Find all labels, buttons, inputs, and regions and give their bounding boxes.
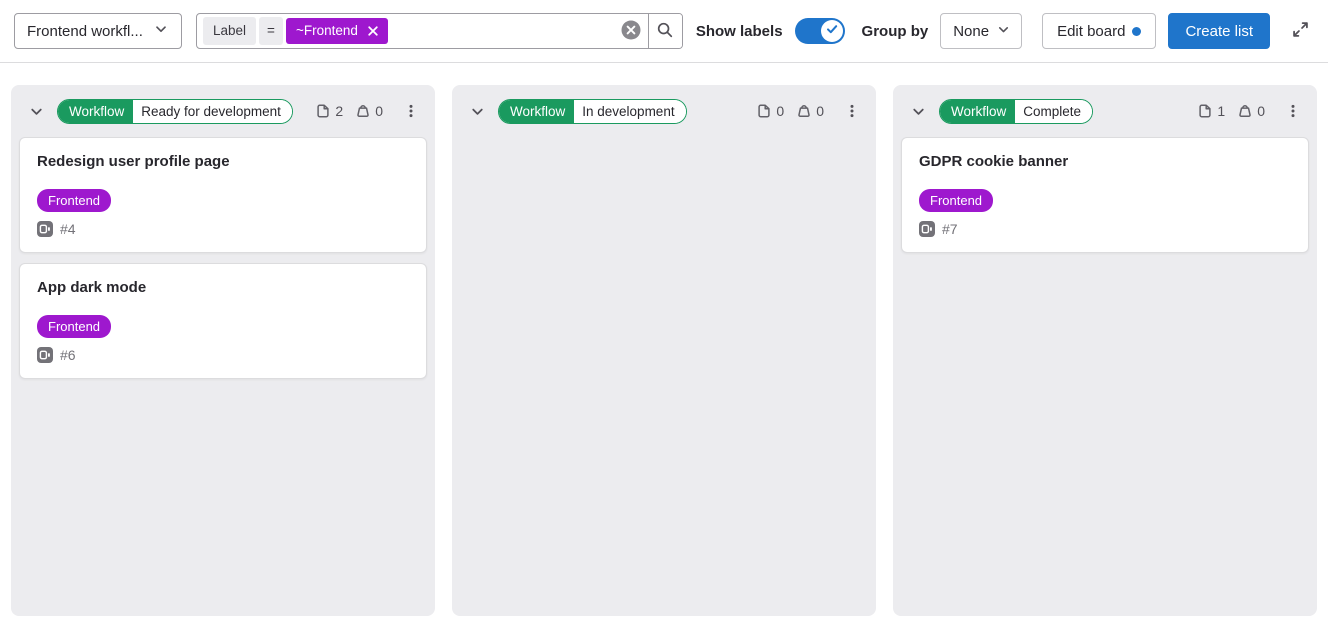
filter-token-operator[interactable]: = (259, 17, 283, 45)
search-button[interactable] (648, 14, 682, 48)
card-title: Redesign user profile page (37, 151, 409, 172)
notification-dot-icon (1132, 27, 1141, 36)
column-label[interactable]: Workflow Complete (939, 99, 1093, 124)
column-label[interactable]: Workflow Ready for development (57, 99, 293, 124)
card-label-frontend[interactable]: Frontend (37, 189, 111, 212)
issue-count: 1 (1197, 103, 1225, 119)
board-card[interactable]: Redesign user profile page Frontend #4 (19, 137, 427, 253)
issue-count: 0 (756, 103, 784, 119)
board-card[interactable]: App dark mode Frontend #6 (19, 263, 427, 379)
board-column-in-development: Workflow In development 0 0 (452, 85, 876, 616)
filter-token-list: Label = ~Frontend (197, 14, 618, 48)
chevron-down-icon (996, 22, 1011, 41)
collapse-column-button[interactable] (465, 99, 489, 123)
group-by-dropdown[interactable]: None (940, 13, 1022, 49)
issue-reference: #6 (60, 347, 76, 363)
card-title: App dark mode (37, 277, 409, 298)
edit-board-button[interactable]: Edit board (1042, 13, 1156, 49)
card-list: Redesign user profile page Frontend #4 A… (11, 135, 435, 387)
column-header: Workflow In development 0 0 (452, 85, 876, 135)
create-list-label: Create list (1185, 23, 1253, 40)
label-scope: Workflow (940, 100, 1015, 123)
collapse-column-button[interactable] (24, 99, 48, 123)
column-counts: 1 0 (1197, 103, 1265, 119)
issue-type-icon (37, 221, 53, 237)
issue-board-app: Frontend workfl... Label = ~Frontend (0, 0, 1328, 634)
filtered-search-bar[interactable]: Label = ~Frontend (196, 13, 683, 49)
column-menu-button[interactable] (838, 97, 866, 125)
filter-token-value-label: ~Frontend (296, 24, 358, 38)
issue-type-icon (919, 221, 935, 237)
column-header: Workflow Ready for development 2 (11, 85, 435, 135)
show-labels-label: Show labels (696, 23, 783, 40)
board-switcher-dropdown[interactable]: Frontend workfl... (14, 13, 182, 49)
group-by-label: Group by (862, 23, 929, 40)
weight-count-value: 0 (375, 103, 383, 119)
weight-count: 0 (796, 103, 824, 119)
card-list (452, 135, 876, 145)
column-counts: 0 0 (756, 103, 824, 119)
toggle-knob (821, 20, 843, 42)
search-icon (656, 21, 674, 42)
card-footer: #7 (919, 221, 1291, 237)
board-column-ready-for-development: Workflow Ready for development 2 (11, 85, 435, 616)
issue-count-value: 1 (1217, 103, 1225, 119)
weight-icon (355, 103, 371, 119)
weight-count: 0 (1237, 103, 1265, 119)
issue-reference: #7 (942, 221, 958, 237)
weight-count-value: 0 (1257, 103, 1265, 119)
board-lists: Workflow Ready for development 2 (0, 63, 1328, 634)
label-scope: Workflow (499, 100, 574, 123)
column-menu-button[interactable] (1279, 97, 1307, 125)
edit-board-label: Edit board (1057, 23, 1125, 40)
circle-x-icon (620, 19, 642, 44)
board-card[interactable]: GDPR cookie banner Frontend #7 (901, 137, 1309, 253)
issues-icon (1197, 103, 1213, 119)
show-labels-toggle[interactable] (795, 18, 845, 44)
issue-count-value: 0 (776, 103, 784, 119)
collapse-column-button[interactable] (906, 99, 930, 123)
expand-icon (1291, 20, 1310, 42)
card-title: GDPR cookie banner (919, 151, 1291, 172)
board-toolbar: Frontend workfl... Label = ~Frontend (0, 0, 1328, 63)
filter-token-key[interactable]: Label (203, 17, 256, 45)
board-column-complete: Workflow Complete 1 0 (893, 85, 1317, 616)
card-label-frontend[interactable]: Frontend (919, 189, 993, 212)
board-switcher-label: Frontend workfl... (27, 23, 143, 40)
clear-search-button[interactable] (618, 18, 644, 44)
weight-icon (796, 103, 812, 119)
label-value: Ready for development (133, 100, 292, 123)
column-counts: 2 0 (315, 103, 383, 119)
checkmark-icon (825, 22, 839, 41)
card-list: GDPR cookie banner Frontend #7 (893, 135, 1317, 261)
close-icon[interactable] (366, 24, 380, 38)
weight-count-value: 0 (816, 103, 824, 119)
issue-reference: #4 (60, 221, 76, 237)
card-label-frontend[interactable]: Frontend (37, 315, 111, 338)
weight-icon (1237, 103, 1253, 119)
focus-mode-button[interactable] (1286, 17, 1314, 45)
issue-type-icon (37, 347, 53, 363)
label-value: Complete (1015, 100, 1092, 123)
column-header: Workflow Complete 1 0 (893, 85, 1317, 135)
issues-icon (315, 103, 331, 119)
issues-icon (756, 103, 772, 119)
card-footer: #4 (37, 221, 409, 237)
filter-token-value[interactable]: ~Frontend (286, 18, 388, 44)
create-list-button[interactable]: Create list (1168, 13, 1270, 49)
issue-count-value: 2 (335, 103, 343, 119)
column-label[interactable]: Workflow In development (498, 99, 687, 124)
card-footer: #6 (37, 347, 409, 363)
group-by-value: None (953, 23, 989, 40)
column-menu-button[interactable] (397, 97, 425, 125)
issue-count: 2 (315, 103, 343, 119)
chevron-down-icon (153, 21, 169, 41)
label-value: In development (574, 100, 685, 123)
weight-count: 0 (355, 103, 383, 119)
label-scope: Workflow (58, 100, 133, 123)
